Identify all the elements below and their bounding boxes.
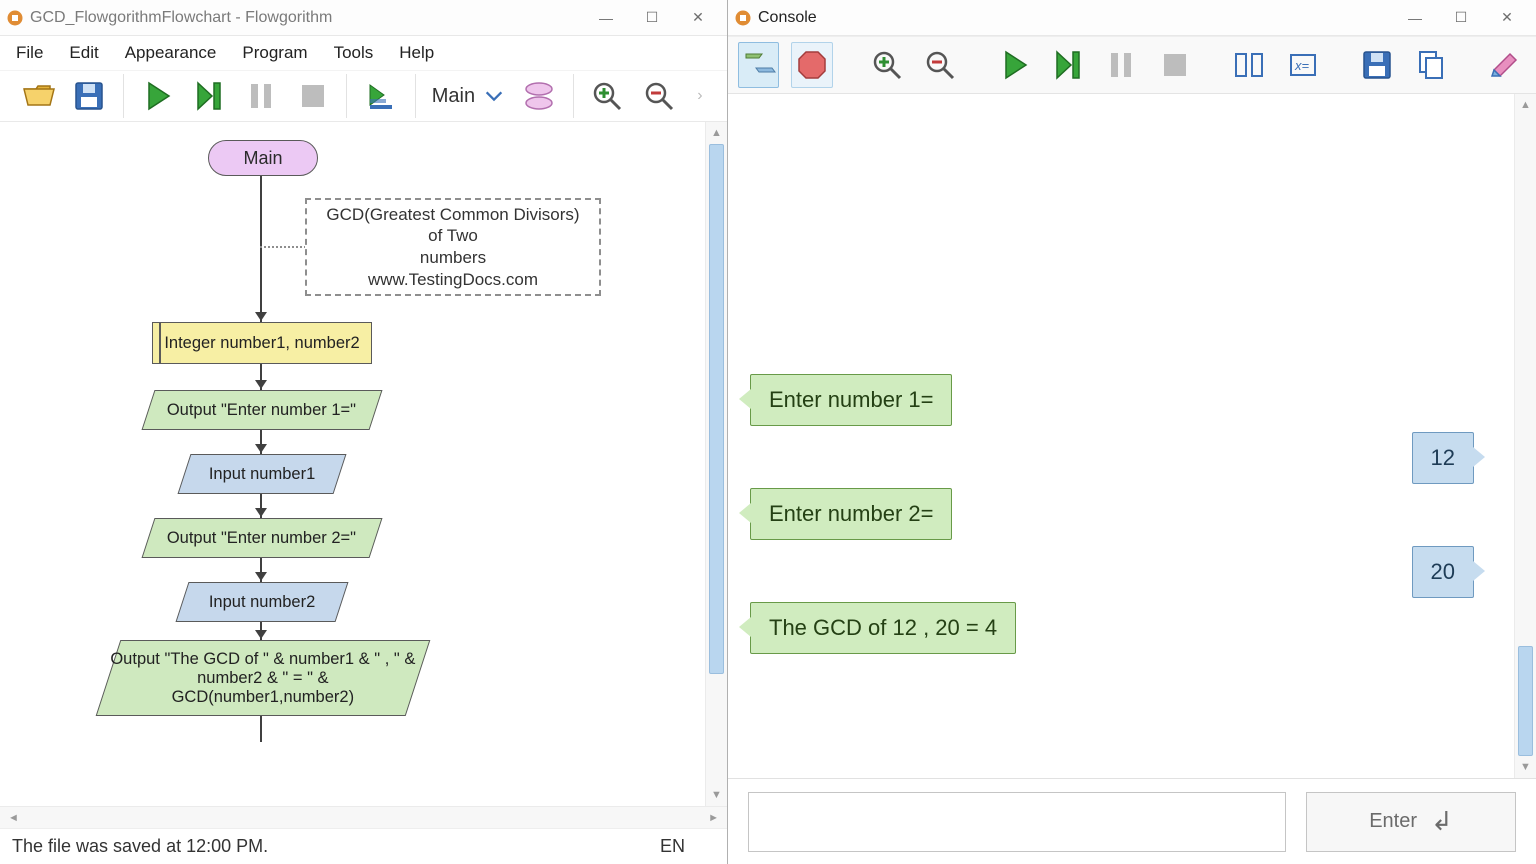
- svg-text:x=: x=: [1294, 58, 1310, 73]
- scroll-thumb[interactable]: [1518, 646, 1533, 756]
- menu-appearance[interactable]: Appearance: [123, 39, 219, 67]
- chat-view-icon[interactable]: [738, 42, 779, 88]
- console-run-icon[interactable]: [994, 42, 1035, 88]
- console-vertical-scrollbar[interactable]: ▲ ▼: [1514, 94, 1536, 778]
- font-increase-icon[interactable]: [866, 42, 907, 88]
- flowchart-canvas[interactable]: Main GCD(Greatest Common Divisors) of Tw…: [0, 122, 705, 806]
- output-block-3[interactable]: Output "The GCD of " & number1 & " , " &…: [96, 640, 431, 716]
- step-icon[interactable]: [192, 76, 228, 116]
- chevron-down-icon: [483, 85, 505, 107]
- console-output-bubble: Enter number 2=: [750, 488, 952, 540]
- enter-label: Enter: [1369, 810, 1417, 833]
- console-app-icon: [734, 9, 752, 27]
- menu-help[interactable]: Help: [397, 39, 436, 67]
- console-input-bubble: 20: [1412, 546, 1474, 598]
- canvas-horizontal-scrollbar[interactable]: ◄ ►: [0, 806, 727, 828]
- zoom-out-icon[interactable]: [641, 76, 677, 116]
- maximize-button[interactable]: ☐: [629, 3, 675, 33]
- pause-icon[interactable]: [243, 76, 279, 116]
- minimize-button[interactable]: —: [583, 3, 629, 33]
- console-minimize-button[interactable]: —: [1392, 3, 1438, 33]
- app-icon: [6, 9, 24, 27]
- layout-icon[interactable]: [1229, 42, 1270, 88]
- menu-program[interactable]: Program: [240, 39, 309, 67]
- console-pause-icon[interactable]: [1101, 42, 1142, 88]
- input-block-1[interactable]: Input number1: [178, 454, 347, 494]
- scroll-down-arrow[interactable]: ▼: [1515, 758, 1536, 776]
- flowgorithm-window: GCD_FlowgorithmFlowchart - Flowgorithm —…: [0, 0, 728, 864]
- comment-block[interactable]: GCD(Greatest Common Divisors) of Two num…: [305, 198, 601, 296]
- enter-arrow-icon: ↲: [1431, 806, 1453, 837]
- console-output-bubble: The GCD of 12 , 20 = 4: [750, 602, 1016, 654]
- scroll-down-arrow[interactable]: ▼: [706, 786, 727, 804]
- console-close-button[interactable]: ✕: [1484, 3, 1530, 33]
- stop-console-icon[interactable]: [791, 42, 832, 88]
- console-output-area: Enter number 1= 12 Enter number 2= 20 Th…: [728, 94, 1514, 778]
- variables-icon[interactable]: x=: [1282, 42, 1323, 88]
- open-icon[interactable]: [20, 76, 56, 116]
- console-input-row: Enter ↲: [728, 778, 1536, 864]
- scroll-thumb[interactable]: [709, 144, 724, 674]
- zoom-in-icon[interactable]: [590, 76, 626, 116]
- save-icon[interactable]: [72, 76, 108, 116]
- run-icon[interactable]: [140, 76, 176, 116]
- console-window: Console — ☐ ✕ x= Enter number 1=: [728, 0, 1536, 864]
- menu-edit[interactable]: Edit: [67, 39, 100, 67]
- language-indicator: EN: [660, 836, 685, 857]
- console-output-bubble: Enter number 1=: [750, 374, 952, 426]
- menu-tools[interactable]: Tools: [332, 39, 376, 67]
- editor-toolbar: Main ›: [0, 70, 727, 122]
- output-block-2[interactable]: Output "Enter number 2=": [142, 518, 383, 558]
- canvas-vertical-scrollbar[interactable]: ▲ ▼: [705, 122, 727, 806]
- comment-connector: [260, 246, 306, 248]
- status-text: The file was saved at 12:00 PM.: [12, 836, 268, 857]
- input-block-2[interactable]: Input number2: [176, 582, 349, 622]
- console-stop-icon[interactable]: [1154, 42, 1195, 88]
- console-step-icon[interactable]: [1047, 42, 1088, 88]
- function-selector[interactable]: Main: [432, 85, 505, 108]
- menubar: File Edit Appearance Program Tools Help: [0, 36, 727, 70]
- console-titlebar: Console — ☐ ✕: [728, 0, 1536, 36]
- console-toolbar: x=: [728, 36, 1536, 94]
- font-decrease-icon[interactable]: [919, 42, 960, 88]
- enter-button[interactable]: Enter ↲: [1306, 792, 1516, 852]
- console-input[interactable]: [748, 792, 1286, 852]
- toolbar-overflow-icon[interactable]: ›: [693, 87, 707, 105]
- close-button[interactable]: ✕: [675, 3, 721, 33]
- add-function-icon[interactable]: [521, 76, 557, 116]
- stop-icon[interactable]: [295, 76, 331, 116]
- console-title: Console: [758, 9, 1392, 27]
- scroll-right-arrow[interactable]: ►: [708, 812, 719, 824]
- scroll-up-arrow[interactable]: ▲: [1515, 96, 1536, 114]
- menu-file[interactable]: File: [14, 39, 45, 67]
- terminator-main[interactable]: Main: [208, 140, 318, 176]
- speed-icon[interactable]: [363, 76, 399, 116]
- clear-icon[interactable]: [1484, 42, 1525, 88]
- declare-block[interactable]: Integer number1, number2: [152, 322, 372, 364]
- editor-title: GCD_FlowgorithmFlowchart - Flowgorithm: [30, 9, 583, 27]
- scroll-up-arrow[interactable]: ▲: [706, 124, 727, 142]
- console-save-icon[interactable]: [1357, 42, 1398, 88]
- editor-titlebar: GCD_FlowgorithmFlowchart - Flowgorithm —…: [0, 0, 727, 36]
- output-block-1[interactable]: Output "Enter number 1=": [142, 390, 383, 430]
- console-maximize-button[interactable]: ☐: [1438, 3, 1484, 33]
- function-name: Main: [432, 85, 475, 108]
- console-input-bubble: 12: [1412, 432, 1474, 484]
- statusbar: The file was saved at 12:00 PM. EN: [0, 828, 727, 864]
- scroll-left-arrow[interactable]: ◄: [8, 812, 19, 824]
- copy-icon[interactable]: [1410, 42, 1451, 88]
